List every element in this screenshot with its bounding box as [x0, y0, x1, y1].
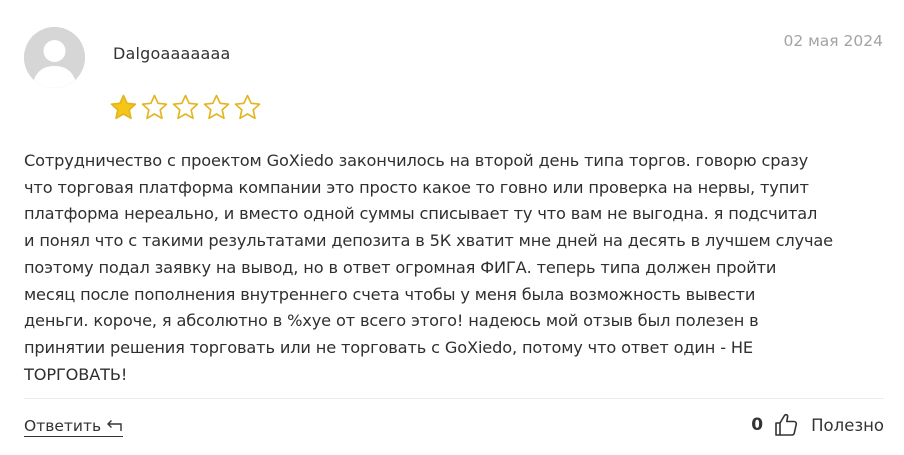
star-empty-icon	[172, 94, 199, 120]
helpful-section: 0 Полезно	[751, 412, 884, 438]
helpful-count: 0	[751, 415, 764, 435]
helpful-label: Полезно	[811, 415, 884, 435]
star-empty-icon	[234, 94, 261, 120]
star-empty-icon	[203, 94, 230, 120]
star-empty-icon	[141, 94, 168, 120]
thumbs-up-icon[interactable]	[773, 412, 799, 438]
divider	[24, 398, 884, 399]
user-avatar-icon	[24, 27, 85, 88]
review-text: Сотрудничество с проектом GoXiedo законч…	[24, 151, 833, 384]
review-date: 02 мая 2024	[783, 32, 883, 50]
avatar	[24, 27, 85, 88]
reply-button[interactable]: Ответить	[24, 417, 124, 437]
reply-arrow-icon	[107, 420, 122, 431]
reply-label: Ответить	[24, 417, 102, 435]
star-filled-icon	[110, 94, 137, 120]
review-author: Dalgoaaaaaaa	[113, 44, 231, 63]
rating-stars	[109, 93, 262, 122]
